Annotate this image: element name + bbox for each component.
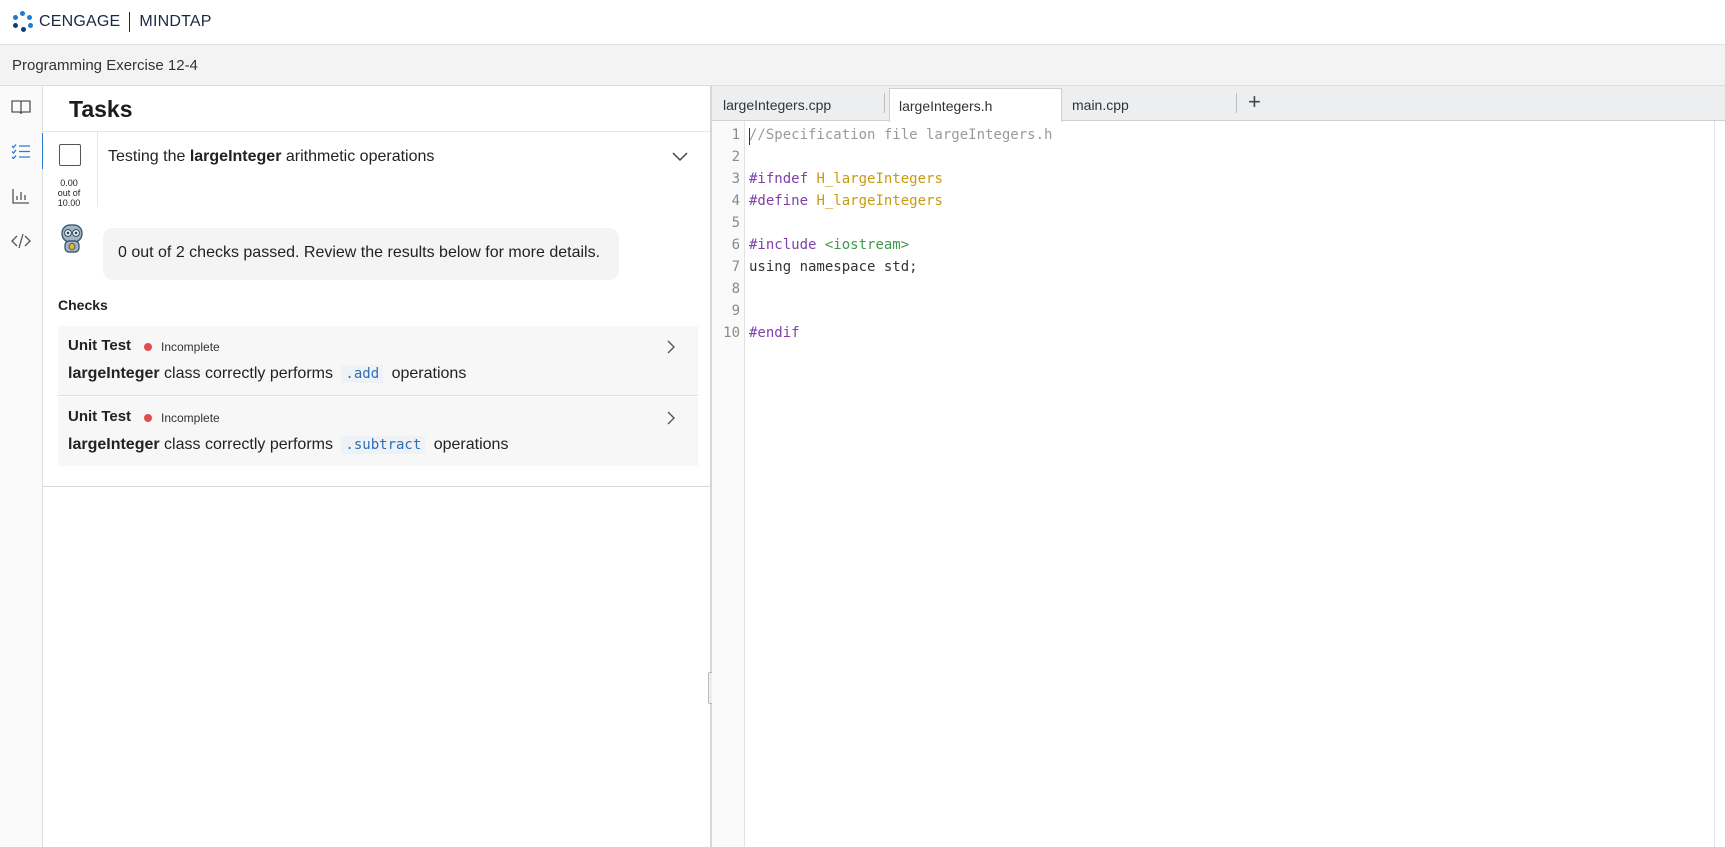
brand-logo[interactable]: CENGAGE MINDTAP <box>12 11 212 33</box>
line-number-gutter: 1 2 3 4 5 6 7 8 9 10 <box>712 121 745 847</box>
task-title-prefix: Testing the <box>108 148 190 165</box>
feedback-text: 0 out of 2 checks passed. Review the res… <box>118 244 601 261</box>
tasks-heading: Tasks <box>69 96 133 122</box>
tab-label: largeIntegers.h <box>899 98 993 114</box>
code-token-keyword: #include <box>749 237 817 253</box>
nav-code-button[interactable] <box>0 223 42 259</box>
top-bar: CENGAGE MINDTAP <box>0 0 1725 45</box>
tab-main-cpp[interactable]: main.cpp <box>1063 88 1233 120</box>
checks-heading: Checks <box>58 297 108 313</box>
line-number: 6 <box>731 237 740 253</box>
check-desc-mid: class correctly performs <box>164 436 333 453</box>
brand-separator <box>129 12 131 32</box>
tab-label: largeIntegers.cpp <box>723 97 832 113</box>
code-token-keyword: #define <box>749 193 809 209</box>
check-class: largeInteger <box>68 436 160 453</box>
tasks-pane: Tasks 0.00 out of 10.00 Testing the larg… <box>43 86 710 847</box>
check-status: Incomplete <box>161 340 220 354</box>
check-row[interactable]: Unit Test Incomplete largeInteger class … <box>58 326 698 396</box>
robot-avatar-icon <box>61 224 83 253</box>
tab-label: main.cpp <box>1072 97 1129 113</box>
bar-chart-icon <box>12 189 29 204</box>
check-type: Unit Test <box>68 408 132 425</box>
check-status: Incomplete <box>161 411 220 425</box>
score-value: 0.00 <box>60 178 78 188</box>
code-icon <box>11 233 31 249</box>
check-description: largeInteger class correctly performs .s… <box>68 436 508 454</box>
code-line-7[interactable]: using namespace std; <box>749 259 918 275</box>
nav-tasks-button[interactable] <box>0 133 44 169</box>
line-number: 10 <box>723 325 740 341</box>
check-method: .add <box>341 365 384 383</box>
code-token-macro: H_largeIntegers <box>816 193 943 209</box>
check-description: largeInteger class correctly performs .a… <box>68 365 466 383</box>
chevron-right-icon[interactable] <box>666 340 676 354</box>
chevron-right-icon[interactable] <box>666 411 676 425</box>
line-number: 4 <box>731 193 740 209</box>
task-title-suffix: arithmetic operations <box>281 148 435 165</box>
brand-product: MINDTAP <box>139 13 212 30</box>
check-desc-end: operations <box>391 365 467 382</box>
task-title-class: largeInteger <box>189 148 282 165</box>
task-checkbox[interactable] <box>59 144 81 166</box>
code-token-keyword: #ifndef <box>749 171 809 187</box>
nav-grades-button[interactable] <box>0 178 42 214</box>
check-type: Unit Test <box>68 337 132 354</box>
check-desc-end: operations <box>433 436 509 453</box>
line-number: 7 <box>731 259 740 275</box>
score-out-of: out of <box>57 188 81 198</box>
line-number: 1 <box>731 127 740 143</box>
book-icon <box>11 100 31 115</box>
activity-title-bar: Programming Exercise 12-4 <box>0 45 1725 86</box>
code-line-6[interactable]: #include <iostream> <box>749 237 909 253</box>
left-nav <box>0 86 44 847</box>
code-token-header: <iostream> <box>824 237 910 253</box>
task-divider <box>97 132 98 207</box>
check-class: largeInteger <box>68 365 160 382</box>
editor-scroll-edge <box>1714 121 1715 847</box>
task-card: 0.00 out of 10.00 Testing the largeInteg… <box>43 132 710 487</box>
tab-separator <box>1236 93 1237 113</box>
code-line-1[interactable]: //Specification file largeIntegers.h <box>749 127 1052 143</box>
tab-largeintegers-cpp[interactable]: largeIntegers.cpp <box>714 88 882 120</box>
code-token-macro: H_largeIntegers <box>816 171 943 187</box>
code-line-4[interactable]: #define H_largeIntegers <box>749 193 943 209</box>
activity-title: Programming Exercise 12-4 <box>12 57 198 74</box>
line-number: 9 <box>731 303 740 319</box>
editor-tab-bar: largeIntegers.cpp largeIntegers.h main.c… <box>712 86 1725 122</box>
line-number: 2 <box>731 149 740 165</box>
chevron-down-icon[interactable] <box>671 150 689 162</box>
code-editor: largeIntegers.cpp largeIntegers.h main.c… <box>712 86 1725 847</box>
brand-company: CENGAGE <box>39 13 121 30</box>
tasks-header: Tasks <box>43 86 710 132</box>
line-number: 8 <box>731 281 740 297</box>
score-max: 10.00 <box>57 198 81 208</box>
nav-book-button[interactable] <box>0 89 42 125</box>
cengage-logo-icon <box>12 11 34 33</box>
task-list-icon <box>11 144 30 159</box>
line-number: 5 <box>731 215 740 231</box>
check-method: .subtract <box>341 436 426 454</box>
code-line-3[interactable]: #ifndef H_largeIntegers <box>749 171 943 187</box>
task-title[interactable]: Testing the largeInteger arithmetic oper… <box>108 148 434 166</box>
code-line-10[interactable]: #endif <box>749 325 800 341</box>
add-file-button[interactable]: + <box>1248 91 1261 113</box>
line-number: 3 <box>731 171 740 187</box>
task-score: 0.00 out of 10.00 <box>49 178 89 208</box>
status-dot-icon <box>144 414 152 422</box>
tab-separator <box>884 93 885 113</box>
feedback-bubble: 0 out of 2 checks passed. Review the res… <box>103 228 619 280</box>
status-dot-icon <box>144 343 152 351</box>
check-row[interactable]: Unit Test Incomplete largeInteger class … <box>58 397 698 466</box>
tab-largeintegers-h[interactable]: largeIntegers.h <box>889 88 1062 122</box>
check-desc-mid: class correctly performs <box>164 365 333 382</box>
